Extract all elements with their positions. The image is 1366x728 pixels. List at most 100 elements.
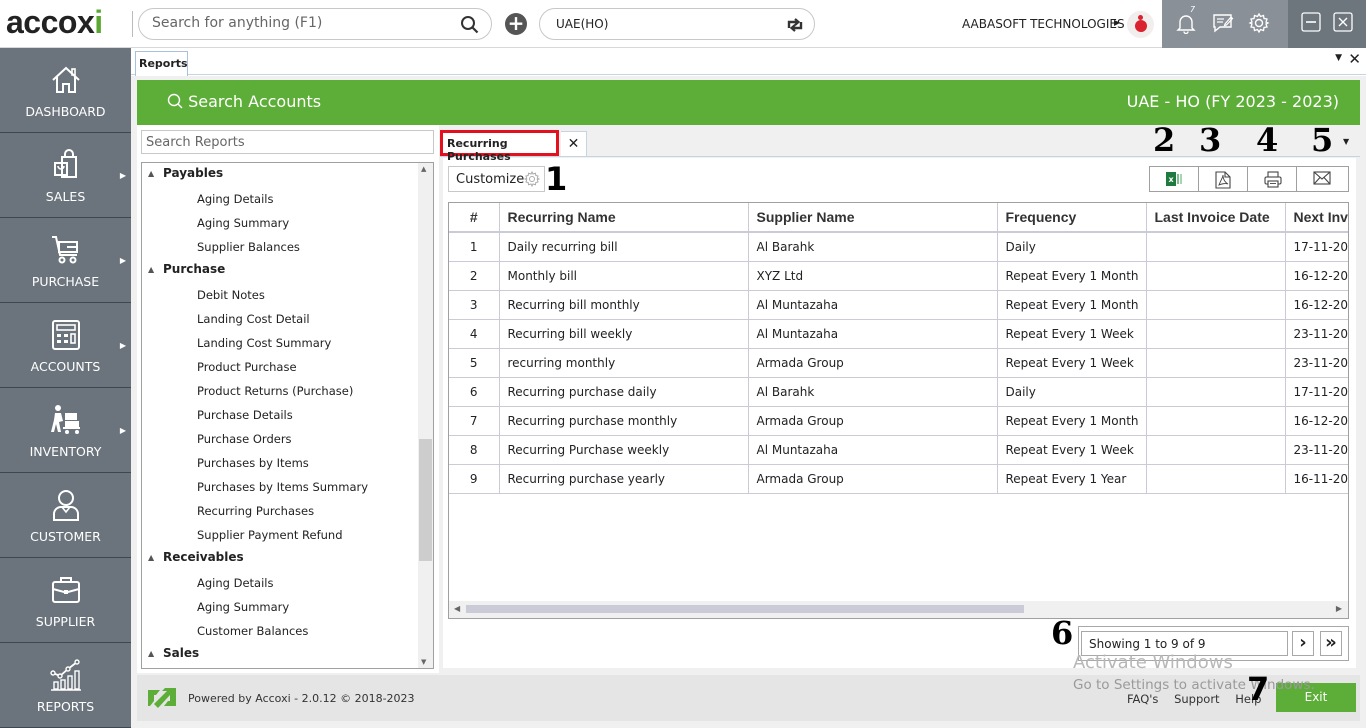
table-row[interactable]: 5 recurring monthly Armada Group Repeat Eve…: [449, 348, 1348, 378]
column-header[interactable]: Supplier Name: [748, 203, 998, 233]
sidebar-item-reports[interactable]: REPORTS: [0, 643, 131, 728]
table-row[interactable]: 9 Recurring purchase yearly Armada Group Re…: [449, 464, 1348, 494]
scrollbar-thumb[interactable]: [466, 605, 1024, 613]
branch-selector[interactable]: UAE(HO): [539, 8, 815, 40]
export-excel-button[interactable]: x: [1150, 167, 1199, 191]
tree-item[interactable]: Aging Details: [142, 187, 418, 211]
collapse-caret-icon[interactable]: ▲: [148, 553, 154, 562]
company-avatar[interactable]: [1127, 11, 1154, 38]
tab-recurring-purchases[interactable]: Recurring Purchases: [440, 130, 559, 163]
scroll-up-icon[interactable]: ▲: [421, 165, 426, 173]
tree-group[interactable]: ▲ Sales: [142, 643, 418, 667]
tree-item[interactable]: Purchases by Items: [142, 451, 418, 475]
tab-list-dropdown-icon[interactable]: ▼: [1335, 53, 1342, 63]
last-page-button[interactable]: »: [1320, 631, 1342, 656]
sidebar-item-supplier[interactable]: SUPPLIER: [0, 558, 131, 643]
table-row[interactable]: 8 Recurring Purchase weekly Al Muntazaha Re…: [449, 435, 1348, 465]
search-reports-input[interactable]: [142, 131, 433, 154]
table-cell: 23-11-2023: [1285, 435, 1348, 465]
faq-link[interactable]: FAQ's: [1127, 692, 1158, 706]
tree-item[interactable]: Aging Details: [142, 571, 418, 595]
sidebar-item-purchase[interactable]: PURCHASE ▶: [0, 218, 131, 303]
close-icon[interactable]: [1333, 12, 1353, 36]
tree-group[interactable]: ▲ Payables: [142, 163, 418, 187]
tree-item[interactable]: Purchases by Items Summary: [142, 475, 418, 499]
column-header[interactable]: Recurring Name: [499, 203, 749, 233]
sidebar-item-customer[interactable]: CUSTOMER: [0, 473, 131, 558]
close-report-tab-icon[interactable]: ✕: [561, 131, 587, 157]
tree-item[interactable]: Aging Summary: [142, 595, 418, 619]
print-button[interactable]: [1248, 167, 1297, 191]
tree-item[interactable]: Customer Balances: [142, 619, 418, 643]
tree-item[interactable]: Purchase Orders: [142, 427, 418, 451]
table-row[interactable]: 2 Monthly bill XYZ Ltd Repeat Every 1 Month…: [449, 261, 1348, 291]
close-tab-icon[interactable]: ✕: [1348, 50, 1361, 68]
collapse-caret-icon[interactable]: ▲: [148, 649, 154, 658]
table-cell: [1146, 406, 1286, 436]
company-name[interactable]: AABASOFT TECHNOLOGIES: [962, 17, 1125, 31]
switch-branch-icon[interactable]: [785, 15, 805, 39]
global-search[interactable]: [138, 8, 492, 40]
table-row[interactable]: 3 Recurring bill monthly Al Muntazaha Repea…: [449, 290, 1348, 320]
table-header-row: # Recurring Name Supplier Name Frequency…: [449, 203, 1348, 233]
add-button[interactable]: +: [505, 13, 527, 35]
global-search-input[interactable]: [152, 15, 452, 31]
sidebar-item-accounts[interactable]: ACCOUNTS ▶: [0, 303, 131, 388]
scrollbar-thumb[interactable]: [419, 439, 432, 561]
chat-edit-icon[interactable]: [1212, 12, 1234, 38]
tree-scrollbar[interactable]: ▲ ▼: [418, 163, 433, 668]
export-more-dropdown-icon[interactable]: ▼: [1343, 137, 1349, 146]
tree-item[interactable]: Aging Summary: [142, 211, 418, 235]
table-row[interactable]: 4 Recurring bill weekly Al Muntazaha Repeat…: [449, 319, 1348, 349]
scroll-right-icon[interactable]: ▶: [1336, 604, 1342, 613]
column-header[interactable]: Frequency: [997, 203, 1147, 233]
minimize-icon[interactable]: [1301, 12, 1321, 36]
tree-item[interactable]: Recurring Purchases: [142, 499, 418, 523]
bell-icon[interactable]: [1176, 12, 1196, 38]
email-button[interactable]: [1297, 167, 1346, 191]
collapse-caret-icon[interactable]: ▲: [148, 169, 154, 178]
table-cell: 16-11-2023: [1285, 464, 1348, 494]
table-cell: 17-11-2023: [1285, 232, 1348, 262]
table-row[interactable]: 1 Daily recurring bill Al Barahk Daily 17-11…: [449, 232, 1348, 262]
search-icon[interactable]: [460, 15, 479, 38]
tab-reports[interactable]: Reports: [135, 51, 188, 76]
tree-item[interactable]: Purchase Details: [142, 403, 418, 427]
column-header[interactable]: Last Invoice Date: [1146, 203, 1286, 233]
tree-item[interactable]: Landing Cost Summary: [142, 331, 418, 355]
sidebar-item-sales[interactable]: SALES ▶: [0, 133, 131, 218]
table-row[interactable]: 7 Recurring purchase monthly Armada Group R…: [449, 406, 1348, 436]
customize-button[interactable]: Customize: [448, 166, 545, 192]
tree-item[interactable]: Product Purchase: [142, 355, 418, 379]
tree-item[interactable]: Supplier Balances: [142, 235, 418, 259]
support-link[interactable]: Support: [1174, 692, 1219, 706]
tree-item[interactable]: Supplier Payment Refund: [142, 523, 418, 547]
search-accounts-button[interactable]: Search Accounts: [167, 92, 321, 111]
table-cell: Al Muntazaha: [748, 435, 998, 465]
tree-item[interactable]: Product Returns (Purchase): [142, 379, 418, 403]
collapse-caret-icon[interactable]: ▲: [148, 265, 154, 274]
table-cell: recurring monthly: [499, 348, 749, 378]
tree-group[interactable]: ▲ Receivables: [142, 547, 418, 571]
column-header[interactable]: #: [449, 203, 500, 233]
caret-right-icon[interactable]: ▶: [1114, 18, 1120, 27]
sidebar-item-inventory[interactable]: INVENTORY ▶: [0, 388, 131, 473]
sidebar-label: CUSTOMER: [30, 529, 101, 544]
scroll-left-icon[interactable]: ◀: [454, 604, 460, 613]
scroll-down-icon[interactable]: ▼: [421, 658, 426, 666]
tree-item[interactable]: Landing Cost Detail: [142, 307, 418, 331]
column-header[interactable]: Next Invoice Date: [1285, 203, 1348, 233]
tree-item-label: Aging Summary: [197, 600, 290, 614]
search-reports[interactable]: [141, 130, 434, 154]
table-row[interactable]: 6 Recurring purchase daily Al Barahk Daily 1…: [449, 377, 1348, 407]
tree-item[interactable]: Debit Notes: [142, 283, 418, 307]
export-pdf-button[interactable]: [1199, 167, 1248, 191]
tree-item-label: Debit Notes: [197, 288, 265, 302]
accoxi-logo: accoxi: [6, 4, 103, 40]
sidebar-item-dashboard[interactable]: DASHBOARD: [0, 48, 131, 133]
table-cell: 17-11-2023: [1285, 377, 1348, 407]
tree-group[interactable]: ▲ Purchase: [142, 259, 418, 283]
next-page-button[interactable]: ›: [1292, 631, 1314, 656]
gear-icon[interactable]: [1248, 12, 1270, 38]
horizontal-scrollbar[interactable]: ◀ ▶: [449, 601, 1348, 618]
